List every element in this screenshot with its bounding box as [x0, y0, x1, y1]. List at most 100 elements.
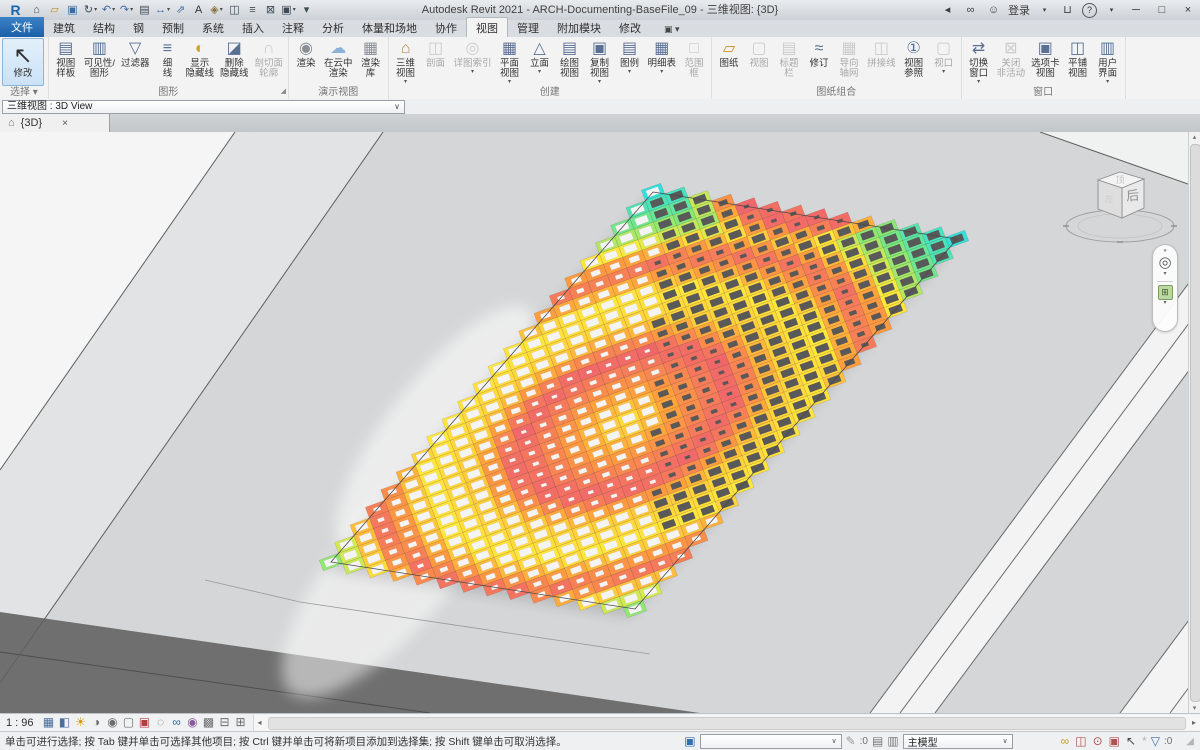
show-crop-region-icon[interactable]: ▣ [137, 714, 153, 731]
tab-协作[interactable]: 协作 [426, 18, 466, 37]
zoom-icon[interactable]: ⊞ [1157, 285, 1173, 300]
tab-系统[interactable]: 系统 [193, 18, 233, 37]
tab-views-button[interactable]: ▣ 选项卡 视图 [1028, 38, 1063, 86]
sheet-button[interactable]: ▱ 图纸 [714, 38, 744, 86]
select-by-face-toggle[interactable]: ▣ [1109, 734, 1120, 748]
displacement-sets-icon[interactable]: ⊟ [217, 714, 233, 731]
tab-管理[interactable]: 管理 [508, 18, 548, 37]
scale-button[interactable]: 1 : 96 [0, 717, 41, 729]
horizontal-scrollbar[interactable]: ◂ ▸ [252, 714, 1200, 731]
full-navigation-wheel-icon[interactable]: ◎ [1158, 254, 1171, 271]
close-hidden-windows-icon[interactable]: ⊠ [262, 2, 279, 19]
reveal-hidden-elements-icon[interactable]: ◉ [185, 714, 201, 731]
render-gallery-button[interactable]: ▦ 渲染库 [356, 38, 386, 86]
navigation-bar[interactable]: ● ◎ ▾ ⊞ ▾ [1152, 244, 1178, 332]
revit-logo[interactable]: R [4, 2, 27, 19]
tab-文件[interactable]: 文件 [0, 17, 44, 37]
drag-on-selection-toggle[interactable]: ↖ [1126, 734, 1136, 748]
tab-附加模块[interactable]: 附加模块 [548, 18, 610, 37]
design-options-icon[interactable]: ▥ [887, 734, 898, 748]
horizontal-scrollbar-thumb[interactable] [267, 716, 1186, 730]
collapse-icon[interactable]: ◂ [939, 2, 956, 19]
section-icon[interactable]: ◫ [226, 2, 243, 19]
filters-button[interactable]: ▽ 过滤器 [118, 38, 153, 86]
render-button[interactable]: ◉ 渲染 [291, 38, 321, 86]
chevron-down-icon[interactable]: ▾ [1163, 300, 1166, 307]
switch-windows-icon[interactable]: ▣ ▾ [280, 2, 297, 19]
rendering-dialog-icon[interactable]: ◉ [105, 714, 121, 731]
view-reference-button[interactable]: ① 视图 参照 [899, 38, 929, 86]
select-pinned-toggle[interactable]: ⊙ [1093, 734, 1103, 748]
home-icon[interactable]: ⌂ [28, 2, 45, 19]
select-underlay-toggle[interactable]: ◫ [1075, 734, 1086, 748]
select-links-toggle[interactable]: ∞ [1061, 734, 1070, 748]
revisions-button[interactable]: ≈ 修订 [804, 38, 834, 86]
tab-视图[interactable]: 视图 [466, 17, 508, 37]
view-template-button[interactable]: ▤ 视图 样板 [51, 38, 81, 86]
elevation-button[interactable]: △ 立面 ▾ [525, 38, 555, 86]
view-tab-3d[interactable]: ⌂ {3D} × [0, 114, 110, 132]
close-button[interactable]: × [1178, 4, 1198, 16]
tab-体量和场地[interactable]: 体量和场地 [353, 18, 426, 37]
sign-in-label[interactable]: 登录 [1008, 2, 1030, 18]
sign-in-caret-icon[interactable]: ▾ [1036, 2, 1053, 19]
detail-level-icon[interactable]: ▦ [41, 714, 57, 731]
measure-icon[interactable]: ↔ ▾ [154, 2, 171, 19]
help-caret-icon[interactable]: ▾ [1103, 2, 1120, 19]
tab-钢[interactable]: 钢 [124, 18, 153, 37]
visibility-graphics-button[interactable]: ▥ 可见性/图形 [81, 38, 118, 86]
tab-注释[interactable]: 注释 [273, 18, 313, 37]
scroll-down-icon[interactable]: ▾ [1189, 704, 1200, 712]
drawing-area[interactable]: 后顶左 ● ◎ ▾ ⊞ ▾ [0, 132, 1188, 713]
thin-lines-button[interactable]: ≡ 细线 [152, 38, 182, 86]
design-options-select[interactable]: 主模型 ∨ [902, 733, 1013, 749]
maximize-button[interactable]: □ [1152, 4, 1172, 16]
drafting-view-button[interactable]: ▤ 绘图 视图 [555, 38, 585, 86]
show-hidden-lines-button[interactable]: ◐ 显示 隐藏线 [182, 38, 217, 86]
selection-filter-icon[interactable]: ▽ [1151, 734, 1160, 748]
print-icon[interactable]: ▤ [136, 2, 153, 19]
switch-windows-button[interactable]: ⇄ 切换 窗口 ▾ [964, 38, 994, 86]
worksets-icon[interactable]: ▣ [684, 734, 695, 748]
remove-hidden-lines-button[interactable]: ◪ 删除 隐藏线 [217, 38, 252, 86]
default-3d-view-icon[interactable]: ◈ ▾ [208, 2, 225, 19]
duplicate-view-button[interactable]: ▣ 复制 视图 ▾ [585, 38, 615, 86]
temporary-hide-isolate-icon[interactable]: ∞ [169, 714, 185, 731]
undo-icon[interactable]: ↶ ▾ [100, 2, 117, 19]
tile-views-button[interactable]: ◫ 平铺 视图 [1063, 38, 1093, 86]
schedules-button[interactable]: ▦ 明细表 ▾ [645, 38, 680, 86]
reveal-constraints-icon[interactable]: ⊞ [233, 714, 249, 731]
text-icon[interactable]: A [190, 2, 207, 19]
modify-button[interactable]: ↖ 修改 [2, 38, 44, 86]
type-selector[interactable]: 三维视图 : 3D View ∨ [2, 100, 405, 114]
crop-view-icon[interactable]: ▢ [121, 714, 137, 731]
tab-插入[interactable]: 插入 [233, 18, 273, 37]
visual-style-icon[interactable]: ◧ [57, 714, 73, 731]
ribbon-display-toggle-icon[interactable]: ▣ ▾ [664, 24, 680, 37]
minimize-button[interactable]: ─ [1126, 4, 1146, 16]
vertical-scrollbar[interactable]: ▴ ▾ [1188, 132, 1200, 713]
tab-预制[interactable]: 预制 [153, 18, 193, 37]
tab-建筑[interactable]: 建筑 [44, 18, 84, 37]
plan-views-button[interactable]: ▦ 平面 视图 ▾ [495, 38, 525, 86]
app-store-icon[interactable]: ⊔ [1059, 2, 1076, 19]
vertical-scrollbar-thumb[interactable] [1190, 144, 1200, 702]
open-icon[interactable]: ▱ [46, 2, 63, 19]
save-icon[interactable]: ▣ [64, 2, 81, 19]
render-in-cloud-button[interactable]: ☁ 在云中 渲染 [321, 38, 356, 86]
legends-button[interactable]: ▤ 图例 ▾ [615, 38, 645, 86]
scroll-left-icon[interactable]: ◂ [254, 715, 266, 731]
scroll-right-icon[interactable]: ▸ [1188, 715, 1200, 731]
help-icon[interactable]: ? [1082, 2, 1097, 18]
account-icon[interactable]: ☺ [985, 2, 1002, 19]
dialog-launcher-icon[interactable]: ◢ [281, 85, 286, 98]
qat-customize-icon[interactable]: ▾ [298, 2, 315, 19]
sync-with-central-icon[interactable]: ↻ ▾ [82, 2, 99, 19]
search-icon[interactable]: ∞ [962, 2, 979, 19]
tab-修改[interactable]: 修改 [610, 18, 650, 37]
chevron-down-icon[interactable]: ▾ [1163, 271, 1166, 278]
thin-lines-icon[interactable]: ≡ [244, 2, 261, 19]
temporary-view-properties-icon[interactable]: ▩ [201, 714, 217, 731]
editing-requests-icon[interactable]: ✎ [846, 734, 856, 748]
3d-view-button[interactable]: ⌂ 三维 视图 ▾ [391, 38, 421, 86]
